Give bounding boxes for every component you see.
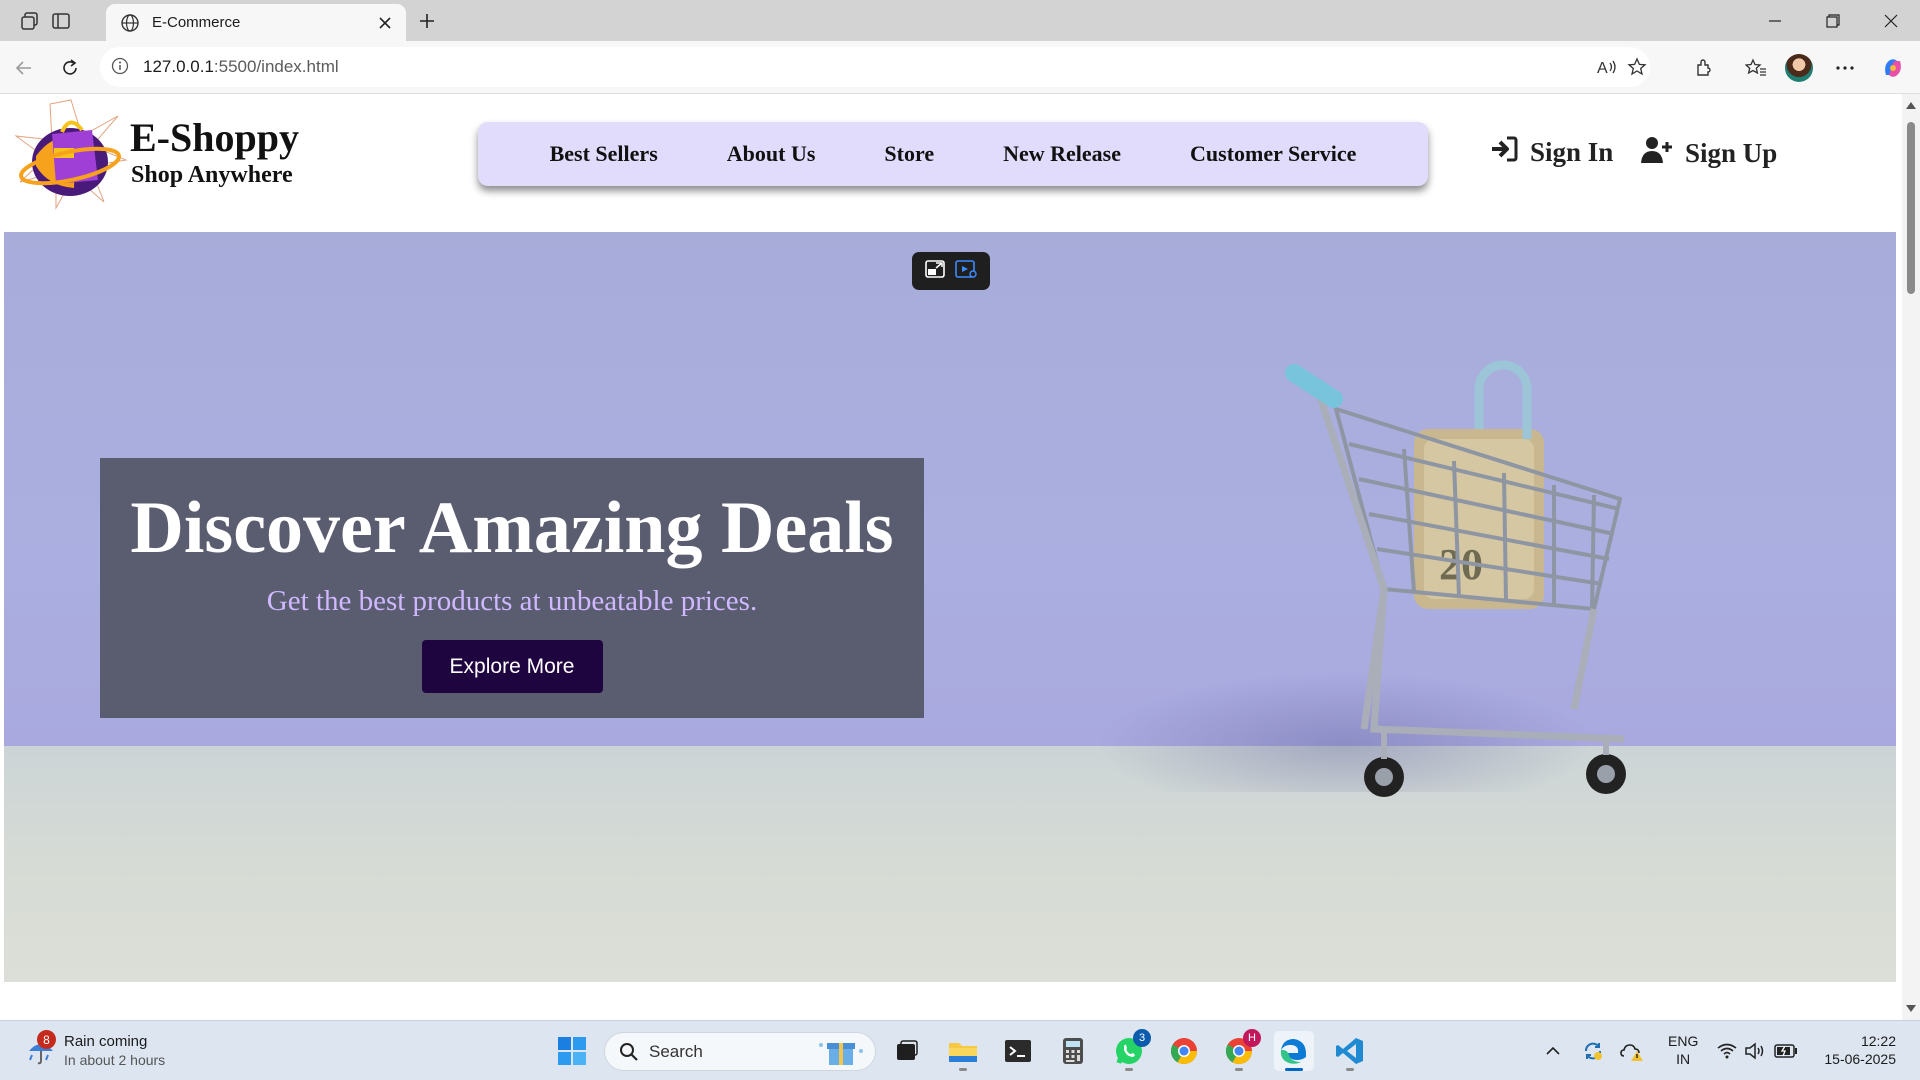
region-code: IN bbox=[1676, 1051, 1691, 1067]
site-header: E-Shoppy Shop Anywhere Best Sellers Abou… bbox=[4, 94, 1896, 232]
battery-charging-icon[interactable] bbox=[1774, 1039, 1798, 1063]
clock-time: 12:22 bbox=[1860, 1033, 1896, 1049]
copilot-icon[interactable] bbox=[1878, 53, 1908, 83]
close-tab-icon[interactable] bbox=[374, 12, 396, 34]
chrome-profile-icon[interactable]: H bbox=[1219, 1029, 1261, 1071]
back-arrow-icon[interactable] bbox=[9, 53, 39, 83]
globe-icon bbox=[120, 13, 140, 37]
read-aloud-icon[interactable]: A bbox=[1592, 52, 1622, 82]
weather-headline: Rain coming bbox=[64, 1033, 148, 1050]
running-indicator bbox=[1346, 1068, 1354, 1071]
hero-subtitle: Get the best products at unbeatable pric… bbox=[266, 585, 758, 617]
running-indicator bbox=[1235, 1068, 1243, 1071]
browser-tab-bar: E-Commerce bbox=[0, 0, 1920, 41]
favorite-star-icon[interactable] bbox=[1622, 52, 1652, 82]
sign-up-link[interactable]: Sign Up bbox=[1641, 136, 1777, 171]
volume-icon[interactable] bbox=[1744, 1039, 1768, 1063]
file-explorer-icon[interactable] bbox=[943, 1031, 983, 1071]
sign-in-link[interactable]: Sign In bbox=[1490, 136, 1613, 169]
language-code: ENG bbox=[1668, 1033, 1699, 1049]
scrollbar-thumb[interactable] bbox=[1907, 122, 1915, 294]
windows-taskbar: 8 Rain coming In about 2 hours Search 3 bbox=[0, 1020, 1920, 1080]
sync-icon[interactable] bbox=[1581, 1039, 1605, 1063]
onedrive-warning-icon[interactable] bbox=[1620, 1039, 1644, 1063]
page-scrollbar[interactable] bbox=[1902, 94, 1920, 1020]
gift-box-icon bbox=[813, 1037, 867, 1072]
browser-address-bar: 127.0.0.1:5500/index.html A bbox=[0, 41, 1920, 94]
hero-title: Discover Amazing Deals bbox=[130, 487, 894, 569]
add-user-icon bbox=[1641, 136, 1673, 171]
picture-in-picture-icon[interactable] bbox=[924, 259, 946, 284]
profile-avatar[interactable] bbox=[1784, 53, 1814, 83]
wifi-icon[interactable] bbox=[1715, 1039, 1739, 1063]
nav-new-release[interactable]: New Release bbox=[1003, 141, 1121, 167]
edge-icon[interactable] bbox=[1274, 1031, 1314, 1071]
scroll-down-arrow-icon[interactable] bbox=[1905, 1003, 1917, 1015]
video-overlay-controls bbox=[912, 252, 990, 290]
favorites-icon[interactable] bbox=[1741, 53, 1771, 83]
vertical-tabs-icon[interactable] bbox=[48, 8, 74, 34]
close-window-icon[interactable] bbox=[1868, 6, 1914, 36]
task-view-icon[interactable] bbox=[887, 1031, 927, 1071]
url-host: 127.0.0.1 bbox=[143, 57, 214, 76]
taskbar-search[interactable]: Search bbox=[604, 1032, 876, 1071]
chrome-profile-badge: H bbox=[1243, 1029, 1261, 1047]
url-field[interactable]: 127.0.0.1:5500/index.html A bbox=[100, 47, 1650, 87]
minimize-icon[interactable] bbox=[1752, 6, 1798, 36]
calculator-icon[interactable] bbox=[1053, 1031, 1093, 1071]
whatsapp-icon[interactable]: 3 bbox=[1109, 1029, 1151, 1071]
brand-tagline: Shop Anywhere bbox=[131, 162, 293, 188]
show-hidden-icons-chevron-icon[interactable] bbox=[1541, 1039, 1565, 1063]
browser-tab-active[interactable]: E-Commerce bbox=[106, 4, 406, 41]
svg-text:A: A bbox=[1597, 60, 1608, 77]
weather-widget[interactable]: 8 Rain coming In about 2 hours bbox=[26, 1030, 186, 1071]
start-button[interactable] bbox=[552, 1031, 592, 1071]
running-indicator bbox=[1125, 1068, 1133, 1071]
running-indicator bbox=[959, 1068, 967, 1071]
nav-about-us[interactable]: About Us bbox=[727, 141, 816, 167]
nav-best-sellers[interactable]: Best Sellers bbox=[550, 141, 658, 167]
hero-content: Discover Amazing Deals Get the best prod… bbox=[100, 458, 924, 718]
extensions-icon[interactable] bbox=[1689, 53, 1719, 83]
weather-detail: In about 2 hours bbox=[64, 1052, 166, 1068]
input-language-indicator[interactable]: ENG IN bbox=[1668, 1032, 1698, 1068]
nav-store[interactable]: Store bbox=[884, 141, 934, 167]
explore-more-button[interactable]: Explore More bbox=[421, 640, 603, 693]
sign-in-icon bbox=[1490, 136, 1518, 169]
hero-banner: 20 Discover Amazing Deals Get the best p… bbox=[4, 232, 1896, 982]
refresh-icon[interactable] bbox=[55, 53, 85, 83]
system-clock[interactable]: 12:22 15-06-2025 bbox=[1816, 1032, 1896, 1068]
visual-search-icon[interactable] bbox=[954, 259, 978, 284]
sign-in-label: Sign In bbox=[1530, 137, 1614, 167]
brand-title[interactable]: E-Shoppy bbox=[130, 114, 299, 161]
search-icon bbox=[619, 1042, 639, 1067]
workspaces-icon[interactable] bbox=[17, 8, 43, 34]
search-placeholder: Search bbox=[649, 1041, 703, 1061]
restore-icon[interactable] bbox=[1810, 6, 1856, 36]
chrome-icon[interactable] bbox=[1164, 1031, 1204, 1071]
shop-logo-icon[interactable] bbox=[12, 96, 130, 214]
vscode-icon[interactable] bbox=[1330, 1031, 1370, 1071]
scroll-up-arrow-icon[interactable] bbox=[1905, 99, 1917, 111]
sign-up-label: Sign Up bbox=[1685, 138, 1778, 168]
page-viewport: E-Shoppy Shop Anywhere Best Sellers Abou… bbox=[0, 94, 1920, 1020]
weather-alert-badge: 8 bbox=[37, 1030, 56, 1049]
shopping-cart-image: 20 bbox=[1285, 360, 1626, 797]
active-indicator bbox=[1285, 1068, 1303, 1071]
clock-date: 15-06-2025 bbox=[1824, 1051, 1896, 1067]
site-info-icon[interactable] bbox=[111, 57, 129, 80]
whatsapp-notification-badge: 3 bbox=[1133, 1029, 1151, 1047]
nav-customer-service[interactable]: Customer Service bbox=[1190, 141, 1356, 167]
main-navigation: Best Sellers About Us Store New Release … bbox=[478, 122, 1428, 186]
tab-title: E-Commerce bbox=[152, 14, 241, 31]
url-path: :5500/index.html bbox=[213, 57, 339, 76]
terminal-icon[interactable] bbox=[998, 1031, 1038, 1071]
new-tab-icon[interactable] bbox=[414, 8, 440, 34]
more-options-icon[interactable] bbox=[1830, 53, 1860, 83]
